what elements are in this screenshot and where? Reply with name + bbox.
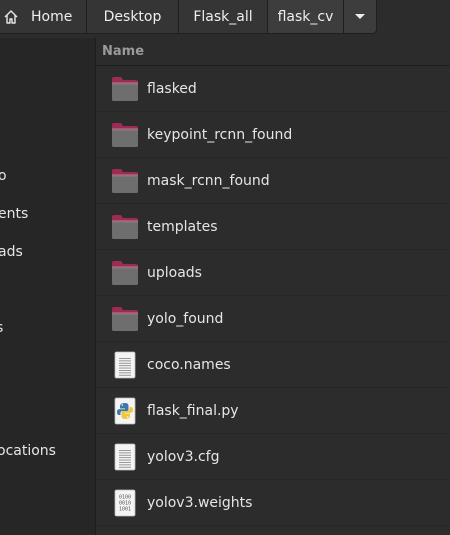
sidebar-item-downloads[interactable]: ads xyxy=(0,241,93,263)
header-bar: Home Desktop Flask_all flask_cv xyxy=(0,0,450,38)
file-row[interactable]: yolov3.cfg xyxy=(96,434,450,480)
column-header-name-label: Name xyxy=(102,44,145,59)
text-file-icon xyxy=(110,350,140,380)
home-icon xyxy=(4,9,18,24)
breadcrumb-flask-all[interactable]: Flask_all xyxy=(179,0,268,33)
file-name: flask_final.py xyxy=(147,402,239,419)
folder-row[interactable]: templates xyxy=(96,204,450,250)
file-name: flasked xyxy=(147,80,197,97)
file-name: yolo_found xyxy=(147,310,224,327)
binary-file-icon: 0100 0010 1001 xyxy=(110,488,140,518)
file-row[interactable]: 0100 0010 1001 yolov3.weights xyxy=(96,480,450,526)
file-name: mask_rcnn_found xyxy=(147,172,270,189)
file-name: coco.names xyxy=(147,356,231,373)
folder-icon xyxy=(110,120,140,150)
sidebar-item-label: ocations xyxy=(0,443,56,459)
file-name: yolov3.weights xyxy=(147,494,253,511)
path-menu-button[interactable] xyxy=(344,0,376,33)
sidebar-item-label: ads xyxy=(0,244,23,260)
folder-icon xyxy=(110,166,140,196)
folder-icon xyxy=(110,212,140,242)
file-list-view: Name flasked keypoint_rcnn_found mask_rcnn… xyxy=(96,38,450,535)
folder-row[interactable]: mask_rcnn_found xyxy=(96,158,450,204)
file-row[interactable]: coco.names xyxy=(96,342,450,388)
breadcrumb-flask-cv-label: flask_cv xyxy=(277,8,334,25)
column-header-name[interactable]: Name xyxy=(96,38,450,66)
file-list: flasked keypoint_rcnn_found mask_rcnn_foun… xyxy=(96,66,450,526)
breadcrumb-desktop[interactable]: Desktop xyxy=(87,0,179,33)
folder-icon xyxy=(110,258,140,288)
file-name: keypoint_rcnn_found xyxy=(147,126,293,143)
folder-icon xyxy=(110,74,140,104)
folder-icon xyxy=(110,304,140,334)
folder-row[interactable]: flasked xyxy=(96,66,450,112)
sidebar-item-documents[interactable]: ents xyxy=(0,203,93,225)
sidebar-item-label: o xyxy=(0,168,7,184)
file-name: uploads xyxy=(147,264,202,281)
breadcrumb-home[interactable]: Home xyxy=(0,0,87,33)
text-file-icon xyxy=(110,442,140,472)
breadcrumb-flask-cv[interactable]: flask_cv xyxy=(268,0,344,33)
folder-row[interactable]: keypoint_rcnn_found xyxy=(96,112,450,158)
sidebar-item-other-locations[interactable]: ocations xyxy=(0,440,92,462)
breadcrumb-home-label: Home xyxy=(31,8,73,25)
breadcrumb-flask-all-label: Flask_all xyxy=(193,8,253,25)
folder-row[interactable]: uploads xyxy=(96,250,450,296)
breadcrumb-desktop-label: Desktop xyxy=(103,8,162,25)
sidebar-item-label: ents xyxy=(0,206,29,222)
chevron-down-icon xyxy=(355,14,365,19)
breadcrumb: Home Desktop Flask_all flask_cv xyxy=(0,0,377,34)
file-name: templates xyxy=(147,218,218,235)
file-name: yolov3.cfg xyxy=(147,448,220,465)
svg-text:1001: 1001 xyxy=(119,506,131,512)
sidebar-item-videos[interactable]: s xyxy=(0,317,91,339)
sidebar: o ents ads s ocations xyxy=(0,38,96,535)
sidebar-item-label: s xyxy=(0,320,3,336)
file-manager-window: Home Desktop Flask_all flask_cv o ents a… xyxy=(0,0,450,535)
python-file-icon xyxy=(110,396,140,426)
sidebar-item-home[interactable]: o xyxy=(0,165,93,187)
folder-row[interactable]: yolo_found xyxy=(96,296,450,342)
file-row[interactable]: flask_final.py xyxy=(96,388,450,434)
